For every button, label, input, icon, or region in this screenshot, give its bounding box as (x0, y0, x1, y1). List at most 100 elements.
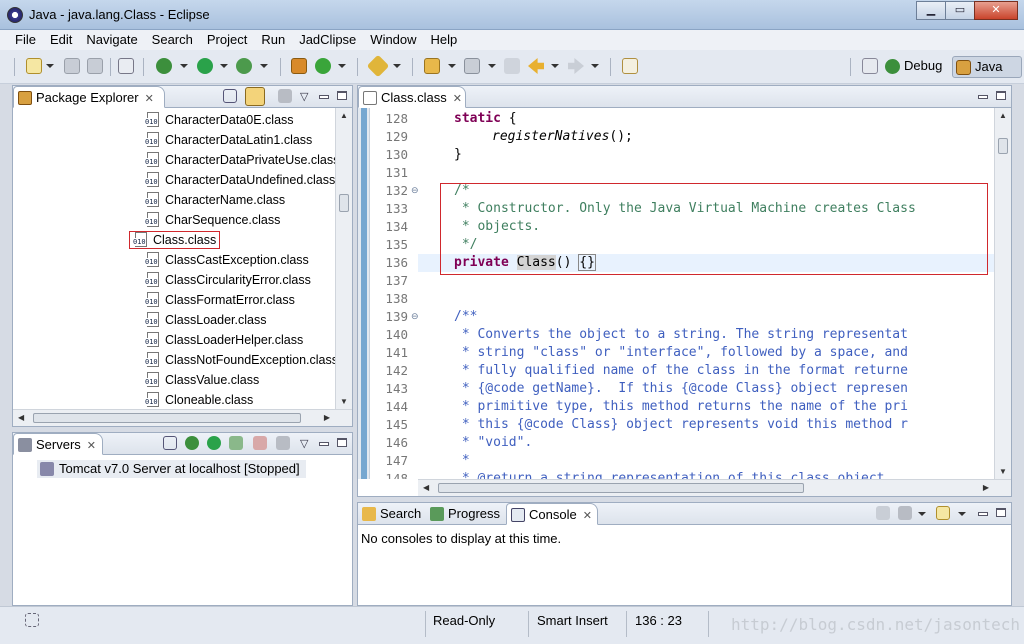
list-item[interactable]: 010 CharacterDataPrivateUse.class (145, 150, 335, 170)
debug-icon[interactable] (156, 58, 172, 74)
perspective-java[interactable]: Java (952, 56, 1022, 78)
view-menu-filter-icon[interactable] (278, 89, 292, 103)
scroll-down-icon[interactable]: ▼ (340, 397, 348, 406)
scroll-down-icon[interactable]: ▼ (999, 467, 1007, 476)
menu-window[interactable]: Window (363, 30, 423, 50)
scroll-thumb[interactable] (339, 194, 349, 212)
list-item[interactable]: 010 ClassLoaderHelper.class (145, 330, 303, 350)
open-type-dropdown-icon[interactable] (393, 64, 401, 68)
close-tab-icon[interactable]: ✕ (145, 93, 154, 105)
save-icon[interactable] (64, 58, 80, 74)
maximize-button[interactable]: ▭ (945, 1, 975, 20)
external-tools-dropdown-icon[interactable] (260, 64, 268, 68)
scroll-left-icon[interactable]: ◀ (18, 413, 24, 422)
list-item[interactable]: 010 Cloneable.class (145, 390, 253, 409)
list-item[interactable]: 010 CharacterName.class (145, 190, 285, 210)
next-annotation-icon[interactable] (424, 58, 440, 74)
code-editor[interactable]: 128 129 130 131 132 ⊖ 133 134 135 136 13… (358, 108, 1011, 496)
list-item[interactable]: 010 ClassValue.class (145, 370, 259, 390)
profile-server-icon[interactable] (229, 436, 243, 450)
external-tools-icon[interactable] (236, 58, 252, 74)
list-item[interactable]: 010 ClassCastException.class (145, 250, 309, 270)
list-item-selected[interactable]: 010 Class.class (129, 230, 221, 250)
publish-icon[interactable] (276, 436, 290, 450)
list-item[interactable]: 010 CharacterDataLatin1.class (145, 130, 312, 150)
code-area[interactable]: static { registerNatives(); } /* * Const… (418, 108, 994, 479)
maximize-view-icon[interactable] (996, 508, 1006, 517)
list-item[interactable]: 010 ClassCircularityError.class (145, 270, 311, 290)
new-dropdown-icon[interactable] (46, 64, 54, 68)
scroll-right-icon[interactable]: ▶ (983, 483, 989, 492)
close-tab-icon[interactable]: ✕ (453, 93, 462, 105)
view-menu-icon[interactable]: ▽ (300, 90, 308, 103)
new-package-icon[interactable] (291, 58, 307, 74)
start-server-icon[interactable] (207, 436, 221, 450)
menu-jadclipse[interactable]: JadClipse (292, 30, 363, 50)
binary-icon[interactable] (118, 58, 134, 74)
minimize-editor-icon[interactable] (978, 95, 988, 99)
scroll-thumb[interactable] (998, 138, 1008, 154)
collapse-all-icon[interactable] (223, 89, 237, 103)
editor-hscrollbar[interactable]: ◀ ▶ (418, 479, 1011, 496)
link-with-editor-icon[interactable] (245, 87, 265, 106)
menu-project[interactable]: Project (200, 30, 254, 50)
next-annotation-dropdown-icon[interactable] (448, 64, 456, 68)
server-entry[interactable]: Tomcat v7.0 Server at localhost [Stopped… (37, 460, 306, 478)
list-item[interactable]: 010 CharacterDataUndefined.class (145, 170, 335, 190)
list-item[interactable]: 010 CharacterData0E.class (145, 110, 294, 130)
editor-vscrollbar[interactable]: ▲ ▼ (994, 108, 1011, 479)
package-explorer-hscrollbar[interactable]: ◀ ▶ (13, 409, 352, 426)
menu-help[interactable]: Help (424, 30, 465, 50)
display-console-icon[interactable] (898, 506, 912, 520)
close-tab-icon[interactable]: ✕ (87, 440, 96, 452)
previous-annotation-icon[interactable] (464, 58, 480, 74)
minimize-button[interactable]: ▁ (916, 1, 946, 20)
menu-edit[interactable]: Edit (43, 30, 79, 50)
new-class-icon[interactable] (315, 58, 331, 74)
previous-annotation-dropdown-icon[interactable] (488, 64, 496, 68)
scroll-thumb[interactable] (33, 413, 301, 423)
maximize-editor-icon[interactable] (996, 91, 1006, 100)
back-dropdown-icon[interactable] (551, 64, 559, 68)
view-menu-icon[interactable]: ▽ (300, 437, 308, 450)
debug-dropdown-icon[interactable] (180, 64, 188, 68)
run-icon[interactable] (197, 58, 213, 74)
tab-search[interactable]: Search (358, 503, 426, 525)
scroll-left-icon[interactable]: ◀ (423, 483, 429, 492)
forward-icon[interactable] (568, 58, 584, 74)
last-edit-icon[interactable] (504, 58, 520, 74)
open-console-dropdown-icon[interactable] (958, 512, 966, 516)
menu-search[interactable]: Search (145, 30, 200, 50)
tab-class-class[interactable]: Class.class ✕ (358, 86, 466, 108)
start-debug-server-icon[interactable] (185, 436, 199, 450)
display-console-dropdown-icon[interactable] (918, 512, 926, 516)
open-type-icon[interactable] (366, 54, 390, 78)
collapse-icon[interactable] (163, 436, 177, 450)
list-item[interactable]: 010 ClassFormatError.class (145, 290, 295, 310)
tab-servers[interactable]: Servers ✕ (13, 433, 103, 455)
minimize-view-icon[interactable] (319, 442, 329, 446)
back-icon[interactable] (528, 58, 544, 74)
scroll-up-icon[interactable]: ▲ (340, 111, 348, 120)
maximize-view-icon[interactable] (337, 91, 347, 100)
maximize-view-icon[interactable] (337, 438, 347, 447)
jad-icon[interactable] (622, 58, 638, 74)
run-dropdown-icon[interactable] (220, 64, 228, 68)
new-icon[interactable] (26, 58, 42, 74)
pin-console-icon[interactable] (876, 506, 890, 520)
perspective-debug[interactable]: Debug (882, 56, 946, 78)
package-explorer-vscrollbar[interactable]: ▲ ▼ (335, 108, 352, 409)
forward-dropdown-icon[interactable] (591, 64, 599, 68)
open-console-icon[interactable] (936, 506, 950, 520)
scroll-thumb[interactable] (438, 483, 804, 493)
menu-navigate[interactable]: Navigate (79, 30, 144, 50)
close-button[interactable]: ✕ (974, 1, 1018, 20)
menu-file[interactable]: File (8, 30, 43, 50)
stop-server-icon[interactable] (253, 436, 267, 450)
minimize-view-icon[interactable] (978, 512, 988, 516)
new-class-dropdown-icon[interactable] (338, 64, 346, 68)
save-all-icon[interactable] (87, 58, 103, 74)
scroll-up-icon[interactable]: ▲ (999, 111, 1007, 120)
scroll-right-icon[interactable]: ▶ (324, 413, 330, 422)
list-item[interactable]: 010 ClassLoader.class (145, 310, 266, 330)
